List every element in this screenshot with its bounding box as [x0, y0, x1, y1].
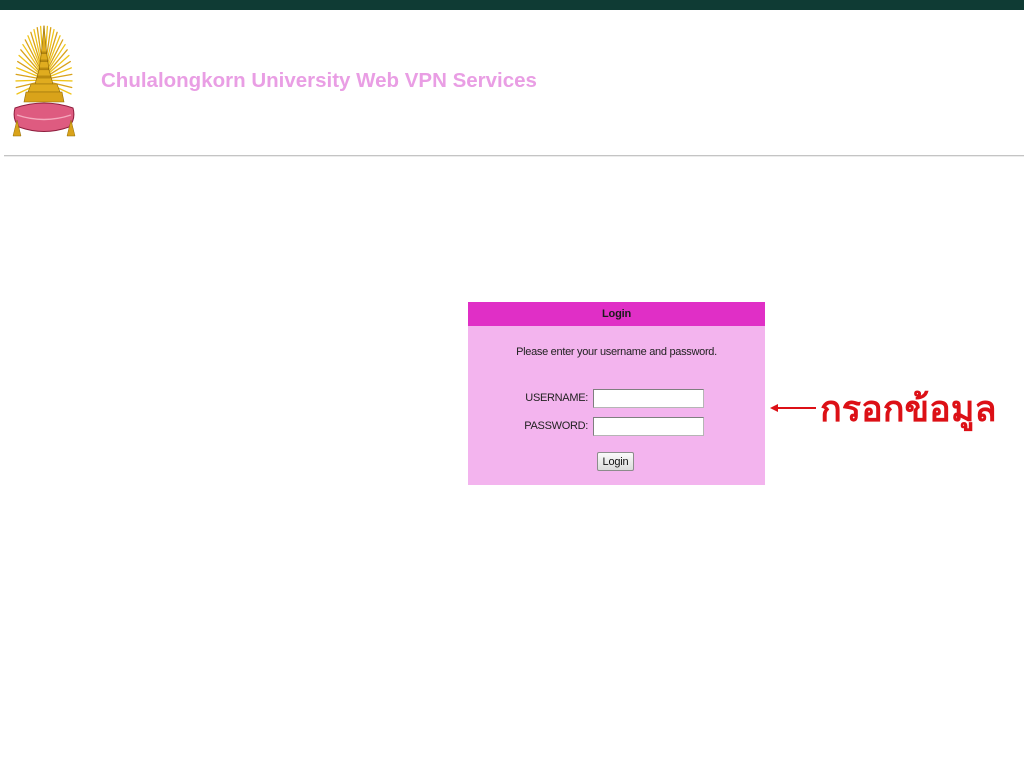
login-button[interactable]: Login	[597, 452, 634, 471]
password-label: PASSWORD:	[524, 420, 588, 432]
annotation-text: กรอกข้อมูล	[820, 388, 997, 430]
page-title: Chulalongkorn University Web VPN Service…	[101, 69, 537, 92]
top-bar	[0, 0, 1024, 10]
logo-ray	[15, 79, 40, 82]
left-arrow-icon	[770, 404, 816, 412]
page-header: Chulalongkorn University Web VPN Service…	[0, 10, 1024, 155]
logo-cushion	[13, 102, 75, 132]
username-label: USERNAME:	[525, 392, 588, 404]
login-form: Login Please enter your username and pas…	[468, 302, 765, 485]
university-emblem-icon	[12, 25, 76, 137]
password-input[interactable]	[593, 417, 704, 436]
login-instructions: Please enter your username and password.	[516, 346, 717, 358]
logo-crown	[23, 25, 65, 103]
logo-ray	[48, 79, 73, 82]
login-heading: Login	[468, 302, 765, 326]
header-divider	[4, 155, 1024, 156]
username-input[interactable]	[593, 389, 704, 408]
